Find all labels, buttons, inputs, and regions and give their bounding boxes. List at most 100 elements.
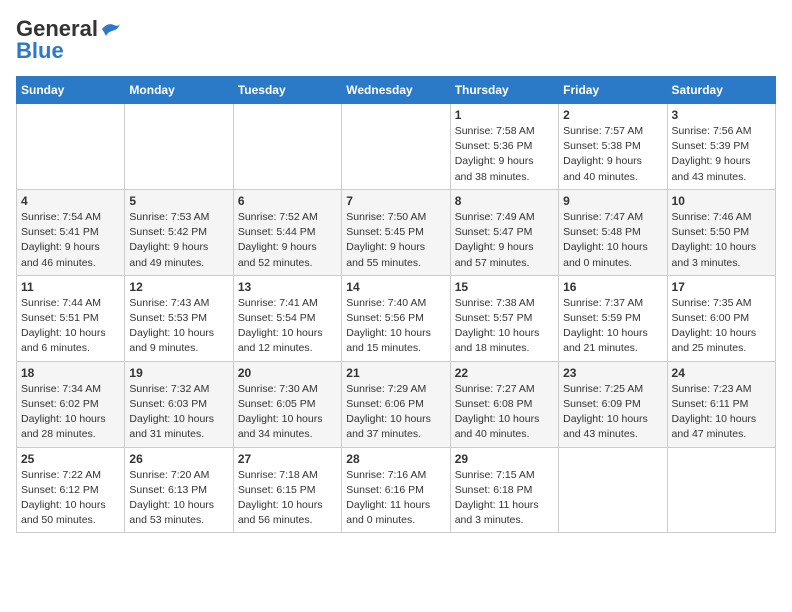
- day-number: 6: [238, 194, 337, 208]
- day-cell: 25 Sunrise: 7:22 AMSunset: 6:12 PMDayligh…: [17, 447, 125, 533]
- day-cell: 20 Sunrise: 7:30 AMSunset: 6:05 PMDayligh…: [233, 361, 341, 447]
- day-number: 13: [238, 280, 337, 294]
- calendar-table: SundayMondayTuesdayWednesdayThursdayFrid…: [16, 76, 776, 533]
- week-row-1: 1Sunrise: 7:58 AMSunset: 5:36 PMDaylight…: [17, 104, 776, 190]
- day-cell: 5Sunrise: 7:53 AMSunset: 5:42 PMDaylight…: [125, 189, 233, 275]
- day-cell: 12 Sunrise: 7:43 AMSunset: 5:53 PMDayligh…: [125, 275, 233, 361]
- logo-bird-icon: [100, 20, 122, 38]
- week-row-2: 4 Sunrise: 7:54 AMSunset: 5:41 PMDaylight…: [17, 189, 776, 275]
- col-header-sunday: Sunday: [17, 77, 125, 104]
- day-number: 7: [346, 194, 445, 208]
- week-row-5: 25 Sunrise: 7:22 AMSunset: 6:12 PMDayligh…: [17, 447, 776, 533]
- day-cell: 28Sunrise: 7:16 AMSunset: 6:16 PMDayligh…: [342, 447, 450, 533]
- day-info: Sunrise: 7:58 AMSunset: 5:36 PMDaylight:…: [455, 124, 554, 185]
- day-cell: [559, 447, 667, 533]
- day-cell: 9 Sunrise: 7:47 AMSunset: 5:48 PMDaylight…: [559, 189, 667, 275]
- col-header-friday: Friday: [559, 77, 667, 104]
- day-info: Sunrise: 7:41 AMSunset: 5:54 PMDaylight:…: [238, 296, 337, 357]
- day-cell: 11 Sunrise: 7:44 AMSunset: 5:51 PMDayligh…: [17, 275, 125, 361]
- day-number: 19: [129, 366, 228, 380]
- week-row-4: 18 Sunrise: 7:34 AMSunset: 6:02 PMDayligh…: [17, 361, 776, 447]
- day-cell: 8 Sunrise: 7:49 AMSunset: 5:47 PMDaylight…: [450, 189, 558, 275]
- day-info: Sunrise: 7:43 AMSunset: 5:53 PMDaylight:…: [129, 296, 228, 357]
- day-number: 26: [129, 452, 228, 466]
- day-cell: [667, 447, 775, 533]
- day-number: 28: [346, 452, 445, 466]
- day-info: Sunrise: 7:30 AMSunset: 6:05 PMDaylight:…: [238, 382, 337, 443]
- day-info: Sunrise: 7:54 AMSunset: 5:41 PMDaylight:…: [21, 210, 120, 271]
- col-header-thursday: Thursday: [450, 77, 558, 104]
- day-info: Sunrise: 7:34 AMSunset: 6:02 PMDaylight:…: [21, 382, 120, 443]
- day-cell: 10 Sunrise: 7:46 AMSunset: 5:50 PMDayligh…: [667, 189, 775, 275]
- day-number: 17: [672, 280, 771, 294]
- day-cell: 18 Sunrise: 7:34 AMSunset: 6:02 PMDayligh…: [17, 361, 125, 447]
- day-cell: 26 Sunrise: 7:20 AMSunset: 6:13 PMDayligh…: [125, 447, 233, 533]
- col-header-monday: Monday: [125, 77, 233, 104]
- day-cell: 2 Sunrise: 7:57 AMSunset: 5:38 PMDaylight…: [559, 104, 667, 190]
- day-number: 16: [563, 280, 662, 294]
- day-info: Sunrise: 7:49 AMSunset: 5:47 PMDaylight:…: [455, 210, 554, 271]
- day-info: Sunrise: 7:22 AMSunset: 6:12 PMDaylight:…: [21, 468, 120, 529]
- day-cell: 24 Sunrise: 7:23 AMSunset: 6:11 PMDayligh…: [667, 361, 775, 447]
- day-info: Sunrise: 7:44 AMSunset: 5:51 PMDaylight:…: [21, 296, 120, 357]
- day-number: 15: [455, 280, 554, 294]
- day-number: 8: [455, 194, 554, 208]
- day-info: Sunrise: 7:23 AMSunset: 6:11 PMDaylight:…: [672, 382, 771, 443]
- day-cell: 1Sunrise: 7:58 AMSunset: 5:36 PMDaylight…: [450, 104, 558, 190]
- day-info: Sunrise: 7:50 AMSunset: 5:45 PMDaylight:…: [346, 210, 445, 271]
- day-cell: 3 Sunrise: 7:56 AMSunset: 5:39 PMDaylight…: [667, 104, 775, 190]
- day-cell: 17Sunrise: 7:35 AMSunset: 6:00 PMDayligh…: [667, 275, 775, 361]
- logo: General Blue: [16, 16, 122, 64]
- day-info: Sunrise: 7:46 AMSunset: 5:50 PMDaylight:…: [672, 210, 771, 271]
- day-info: Sunrise: 7:57 AMSunset: 5:38 PMDaylight:…: [563, 124, 662, 185]
- day-info: Sunrise: 7:20 AMSunset: 6:13 PMDaylight:…: [129, 468, 228, 529]
- day-cell: 19 Sunrise: 7:32 AMSunset: 6:03 PMDayligh…: [125, 361, 233, 447]
- day-cell: 23 Sunrise: 7:25 AMSunset: 6:09 PMDayligh…: [559, 361, 667, 447]
- day-number: 27: [238, 452, 337, 466]
- day-number: 5: [129, 194, 228, 208]
- day-info: Sunrise: 7:40 AMSunset: 5:56 PMDaylight:…: [346, 296, 445, 357]
- day-info: Sunrise: 7:52 AMSunset: 5:44 PMDaylight:…: [238, 210, 337, 271]
- day-cell: 22Sunrise: 7:27 AMSunset: 6:08 PMDayligh…: [450, 361, 558, 447]
- day-number: 12: [129, 280, 228, 294]
- day-number: 23: [563, 366, 662, 380]
- day-number: 25: [21, 452, 120, 466]
- col-header-tuesday: Tuesday: [233, 77, 341, 104]
- day-number: 9: [563, 194, 662, 208]
- day-info: Sunrise: 7:29 AMSunset: 6:06 PMDaylight:…: [346, 382, 445, 443]
- day-cell: [125, 104, 233, 190]
- day-info: Sunrise: 7:38 AMSunset: 5:57 PMDaylight:…: [455, 296, 554, 357]
- day-number: 18: [21, 366, 120, 380]
- day-number: 29: [455, 452, 554, 466]
- day-number: 3: [672, 108, 771, 122]
- day-info: Sunrise: 7:47 AMSunset: 5:48 PMDaylight:…: [563, 210, 662, 271]
- page-header: General Blue: [16, 16, 776, 64]
- col-header-saturday: Saturday: [667, 77, 775, 104]
- day-number: 2: [563, 108, 662, 122]
- day-cell: [342, 104, 450, 190]
- day-info: Sunrise: 7:32 AMSunset: 6:03 PMDaylight:…: [129, 382, 228, 443]
- col-header-wednesday: Wednesday: [342, 77, 450, 104]
- day-info: Sunrise: 7:18 AMSunset: 6:15 PMDaylight:…: [238, 468, 337, 529]
- day-info: Sunrise: 7:56 AMSunset: 5:39 PMDaylight:…: [672, 124, 771, 185]
- day-info: Sunrise: 7:37 AMSunset: 5:59 PMDaylight:…: [563, 296, 662, 357]
- day-number: 21: [346, 366, 445, 380]
- day-cell: 27 Sunrise: 7:18 AMSunset: 6:15 PMDayligh…: [233, 447, 341, 533]
- day-cell: 6 Sunrise: 7:52 AMSunset: 5:44 PMDaylight…: [233, 189, 341, 275]
- day-cell: 7 Sunrise: 7:50 AMSunset: 5:45 PMDaylight…: [342, 189, 450, 275]
- day-cell: 4 Sunrise: 7:54 AMSunset: 5:41 PMDaylight…: [17, 189, 125, 275]
- day-number: 14: [346, 280, 445, 294]
- day-number: 11: [21, 280, 120, 294]
- day-info: Sunrise: 7:25 AMSunset: 6:09 PMDaylight:…: [563, 382, 662, 443]
- day-number: 10: [672, 194, 771, 208]
- day-number: 20: [238, 366, 337, 380]
- day-cell: 16 Sunrise: 7:37 AMSunset: 5:59 PMDayligh…: [559, 275, 667, 361]
- day-cell: 14 Sunrise: 7:40 AMSunset: 5:56 PMDayligh…: [342, 275, 450, 361]
- week-row-3: 11 Sunrise: 7:44 AMSunset: 5:51 PMDayligh…: [17, 275, 776, 361]
- day-cell: 29 Sunrise: 7:15 AMSunset: 6:18 PMDayligh…: [450, 447, 558, 533]
- day-info: Sunrise: 7:15 AMSunset: 6:18 PMDaylight:…: [455, 468, 554, 529]
- day-cell: 13 Sunrise: 7:41 AMSunset: 5:54 PMDayligh…: [233, 275, 341, 361]
- day-number: 4: [21, 194, 120, 208]
- day-number: 24: [672, 366, 771, 380]
- day-cell: [233, 104, 341, 190]
